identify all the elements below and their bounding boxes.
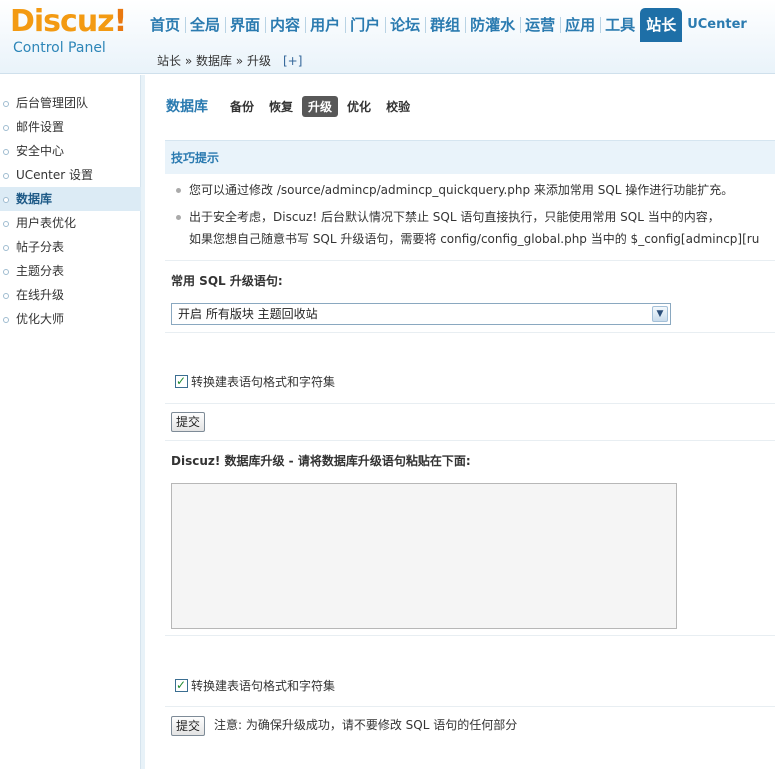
- sidebar-divider[interactable]: [141, 75, 145, 769]
- sidebar-item-post-split[interactable]: 帖子分表: [0, 235, 141, 259]
- sidebar-item-thread-split[interactable]: 主题分表: [0, 259, 141, 283]
- convert-charset-label: 转换建表语句格式和字符集: [191, 374, 336, 389]
- sidebar-item-optimizer[interactable]: 优化大师: [0, 307, 141, 331]
- sidebar-item-online-upgrade[interactable]: 在线升级: [0, 283, 141, 307]
- topnav-plugin[interactable]: 应用: [560, 8, 600, 42]
- upgrade-convert-charset-checkbox-row[interactable]: ✓ 转换建表语句格式和字符集: [175, 677, 335, 693]
- topnav-style[interactable]: 界面: [225, 8, 265, 42]
- topnav-global[interactable]: 全局: [185, 8, 225, 42]
- topnav-safe[interactable]: 防灌水: [465, 8, 520, 42]
- top-navigation: 首页 全局 界面 内容 用户 门户 论坛 群组 防灌水 运营 应用 工具 站长 …: [145, 8, 752, 42]
- sidebar-item-mail[interactable]: 邮件设置: [0, 115, 141, 139]
- upgrade-sql-label: Discuz! 数据库升级 - 请将数据库升级语句粘贴在下面:: [171, 454, 471, 468]
- topnav-home[interactable]: 首页: [145, 8, 185, 42]
- checkmark-icon: ✓: [176, 677, 187, 692]
- topnav-forum[interactable]: 论坛: [385, 8, 425, 42]
- breadcrumb-text: 站长 » 数据库 » 升级: [157, 54, 271, 68]
- topnav-portal[interactable]: 门户: [345, 8, 385, 42]
- page-title: 数据库: [166, 99, 208, 115]
- upgrade-convert-charset-label: 转换建表语句格式和字符集: [191, 678, 336, 693]
- logo-wordmark: Discuz!: [10, 4, 127, 39]
- add-to-menu-link[interactable]: [+]: [283, 54, 302, 68]
- upgrade-note: 注意: 为确保升级成功，请不要修改 SQL 语句的任何部分: [214, 718, 518, 732]
- upgrade-submit-button[interactable]: 提交: [171, 716, 206, 736]
- tab-backup[interactable]: 备份: [224, 96, 260, 117]
- tip-line: 如果您想自己随意书写 SQL 升级语句，需要将 config/config_gl…: [189, 232, 760, 246]
- main-content: 数据库 备份 恢复 升级 优化 校验 技巧提示 您可以通过修改 /source/…: [146, 75, 775, 769]
- tab-upgrade[interactable]: 升级: [302, 95, 339, 117]
- quick-sql-selected-value: 开启 所有版块 主题回收站: [178, 307, 318, 321]
- checkmark-icon: ✓: [176, 373, 187, 388]
- sidebar-menu: 后台管理团队 邮件设置 安全中心 UCenter 设置 数据库 用户表优化 帖子…: [0, 91, 141, 331]
- quick-sql-select[interactable]: 开启 所有版块 主题回收站 ▼: [171, 303, 671, 325]
- topnav-ucenter[interactable]: UCenter: [682, 8, 752, 42]
- sidebar-item-database[interactable]: 数据库: [0, 187, 141, 211]
- sidebar: 后台管理团队 邮件设置 安全中心 UCenter 设置 数据库 用户表优化 帖子…: [0, 75, 141, 769]
- tip-item: 您可以通过修改 /source/admincp/admincp_quickque…: [165, 179, 775, 201]
- logo-subtitle: Control Panel: [13, 40, 106, 56]
- logo[interactable]: Discuz! Control Panel: [0, 0, 145, 74]
- tab-verify[interactable]: 校验: [380, 96, 416, 117]
- tip-line: 出于安全考虑，Discuz! 后台默认情况下禁止 SQL 语句直接执行，只能使用…: [189, 210, 720, 224]
- chevron-down-icon[interactable]: ▼: [652, 306, 668, 322]
- topnav-content[interactable]: 内容: [265, 8, 305, 42]
- topnav-user[interactable]: 用户: [305, 8, 345, 42]
- topnav-extended[interactable]: 运营: [520, 8, 560, 42]
- tip-item: 出于安全考虑，Discuz! 后台默认情况下禁止 SQL 语句直接执行，只能使用…: [165, 206, 775, 250]
- divider: [165, 332, 775, 333]
- quick-sql-submit-button[interactable]: 提交: [171, 412, 206, 432]
- sub-navigation: 数据库 备份 恢复 升级 优化 校验: [166, 95, 419, 117]
- topnav-founder[interactable]: 站长: [640, 8, 683, 42]
- upgrade-convert-charset-checkbox[interactable]: ✓: [175, 677, 188, 692]
- header: Discuz! Control Panel 首页 全局 界面 内容 用户 门户 …: [0, 0, 775, 74]
- convert-charset-checkbox[interactable]: ✓: [175, 373, 188, 388]
- quick-sql-label: 常用 SQL 升级语句:: [171, 274, 283, 288]
- convert-charset-checkbox-row[interactable]: ✓ 转换建表语句格式和字符集: [175, 373, 335, 389]
- divider: [165, 440, 775, 441]
- upgrade-sql-textarea[interactable]: [171, 483, 677, 629]
- divider: [165, 635, 775, 636]
- tips-heading: 技巧提示: [165, 140, 775, 174]
- sidebar-item-ucenter[interactable]: UCenter 设置: [0, 163, 141, 187]
- breadcrumb: 站长 » 数据库 » 升级 [+]: [146, 48, 302, 74]
- sidebar-item-member-optimize[interactable]: 用户表优化: [0, 211, 141, 235]
- tab-optimize[interactable]: 优化: [341, 96, 377, 117]
- topnav-tools[interactable]: 工具: [600, 8, 640, 42]
- divider: [165, 706, 775, 707]
- topnav-group[interactable]: 群组: [425, 8, 465, 42]
- sidebar-item-security[interactable]: 安全中心: [0, 139, 141, 163]
- divider: [165, 260, 775, 261]
- tips-list: 您可以通过修改 /source/admincp/admincp_quickque…: [165, 174, 775, 250]
- sidebar-item-admin-team[interactable]: 后台管理团队: [0, 91, 141, 115]
- divider: [165, 403, 775, 404]
- tab-restore[interactable]: 恢复: [263, 96, 299, 117]
- tips-panel: 技巧提示 您可以通过修改 /source/admincp/admincp_qui…: [165, 140, 775, 250]
